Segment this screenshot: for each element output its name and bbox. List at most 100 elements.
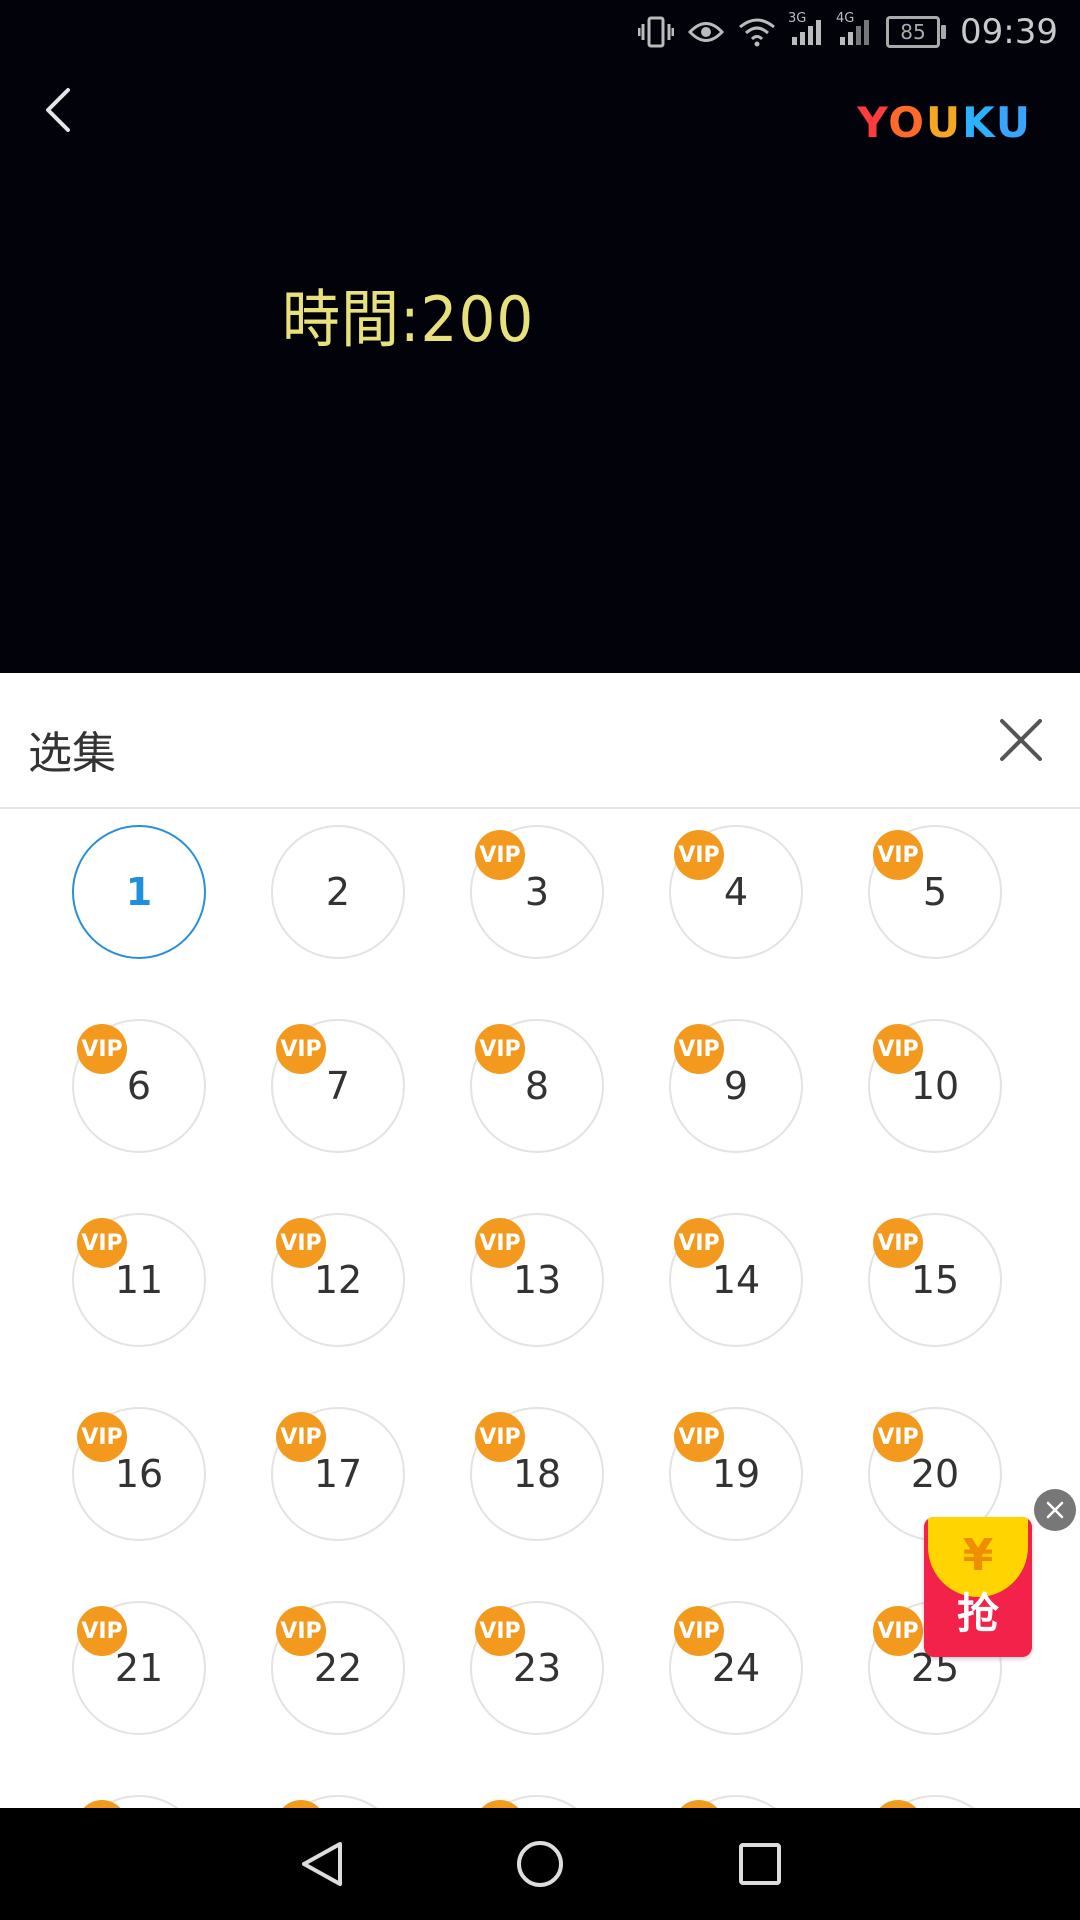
- vip-badge: [873, 1800, 923, 1808]
- eye-comfort-icon: [688, 19, 725, 45]
- nav-home-icon[interactable]: [512, 1836, 568, 1892]
- episode-button[interactable]: 3 VIP: [470, 825, 604, 959]
- vip-badge: VIP: [674, 1412, 724, 1462]
- episode-button[interactable]: 7 VIP: [271, 1019, 405, 1153]
- back-arrow-icon[interactable]: [34, 80, 86, 140]
- episode-number: 16: [114, 1452, 164, 1496]
- vip-badge: [475, 1800, 525, 1808]
- vip-badge: VIP: [276, 1024, 326, 1074]
- episode-number: 17: [313, 1452, 363, 1496]
- episode-button[interactable]: 5 VIP: [868, 825, 1002, 959]
- episode-button[interactable]: 12 VIP: [271, 1213, 405, 1347]
- episode-button[interactable]: [271, 1795, 405, 1808]
- vip-badge: VIP: [674, 1606, 724, 1656]
- episode-button[interactable]: 18 VIP: [470, 1407, 604, 1541]
- vip-badge: VIP: [674, 830, 724, 880]
- wifi-icon: [738, 17, 776, 47]
- episode-button[interactable]: 4 VIP: [669, 825, 803, 959]
- vip-badge: VIP: [276, 1606, 326, 1656]
- episode-button[interactable]: 13 VIP: [470, 1213, 604, 1347]
- episode-button[interactable]: [470, 1795, 604, 1808]
- episode-number: 19: [711, 1452, 761, 1496]
- episode-button[interactable]: [868, 1795, 1002, 1808]
- nav-back-icon[interactable]: [296, 1836, 352, 1892]
- nav-recents-icon[interactable]: [732, 1836, 788, 1892]
- episode-button[interactable]: 22 VIP: [271, 1601, 405, 1735]
- episode-number: 3: [524, 870, 550, 914]
- vip-badge: [674, 1800, 724, 1808]
- logo-letter: U: [995, 98, 1032, 147]
- episode-button[interactable]: 19 VIP: [669, 1407, 803, 1541]
- vip-badge: VIP: [873, 1024, 923, 1074]
- vip-badge: VIP: [475, 1412, 525, 1462]
- logo-letter: K: [962, 98, 996, 147]
- episode-number: 24: [711, 1646, 761, 1690]
- episode-number: 15: [910, 1258, 960, 1302]
- episode-button[interactable]: 9 VIP: [669, 1019, 803, 1153]
- logo-letter: U: [925, 98, 963, 147]
- status-bar: 3G 4G 85 09:39: [0, 0, 1080, 64]
- episode-number: 12: [313, 1258, 363, 1302]
- episode-button[interactable]: 24 VIP: [669, 1601, 803, 1735]
- logo-letter: O: [888, 98, 926, 147]
- episode-number: 9: [723, 1064, 749, 1108]
- episode-button[interactable]: 11 VIP: [72, 1213, 206, 1347]
- panel-header: 选集: [0, 673, 1080, 809]
- vip-badge: VIP: [873, 1218, 923, 1268]
- network-label-3g: 3G: [788, 11, 807, 26]
- episode-button[interactable]: 17 VIP: [271, 1407, 405, 1541]
- episode-selector-panel: 选集 1 2 3 VIP 4 VIP 5 VIP 6 VIP 7 VIP 8 VIP 9 VIP 10 VIP 11…: [0, 673, 1080, 1808]
- episode-number: 4: [723, 870, 749, 914]
- ad-close-icon[interactable]: [1034, 1489, 1076, 1531]
- episode-number: 22: [313, 1646, 363, 1690]
- episode-number: 7: [325, 1064, 351, 1108]
- vip-badge: VIP: [873, 1412, 923, 1462]
- clock: 09:39: [960, 12, 1058, 52]
- episode-number: 1: [125, 870, 153, 914]
- episode-button[interactable]: 16 VIP: [72, 1407, 206, 1541]
- episode-number: 6: [126, 1064, 152, 1108]
- panel-title: 选集: [28, 728, 116, 779]
- vip-badge: VIP: [475, 1218, 525, 1268]
- episode-number: 21: [114, 1646, 164, 1690]
- episode-number: 11: [114, 1258, 164, 1302]
- episode-button[interactable]: 1: [72, 825, 206, 959]
- vip-badge: [77, 1800, 127, 1808]
- episode-number: 2: [325, 870, 351, 914]
- episode-number: 10: [910, 1064, 960, 1108]
- episode-number: 14: [711, 1258, 761, 1302]
- episode-button[interactable]: 10 VIP: [868, 1019, 1002, 1153]
- episode-button[interactable]: 8 VIP: [470, 1019, 604, 1153]
- episode-number: 20: [910, 1452, 960, 1496]
- red-packet-label: 抢: [956, 1589, 999, 1638]
- episode-button[interactable]: 2: [271, 825, 405, 959]
- battery-indicator: 85: [886, 16, 947, 48]
- vip-badge: VIP: [674, 1218, 724, 1268]
- red-packet-ad[interactable]: ¥ 抢: [924, 1517, 1032, 1657]
- episode-number: 8: [524, 1064, 550, 1108]
- system-nav-bar: [0, 1808, 1080, 1920]
- vip-badge: VIP: [873, 830, 923, 880]
- video-overlay-text: 時間:200: [282, 282, 535, 357]
- episode-button[interactable]: 14 VIP: [669, 1213, 803, 1347]
- episode-button[interactable]: [669, 1795, 803, 1808]
- episode-button[interactable]: 21 VIP: [72, 1601, 206, 1735]
- video-player[interactable]: 3G 4G 85 09:39 YOUKU 時間:200: [0, 0, 1080, 673]
- episode-number: 13: [512, 1258, 562, 1302]
- vip-badge: VIP: [873, 1606, 923, 1656]
- signal-3g-icon: 3G: [788, 11, 824, 47]
- episode-button[interactable]: 15 VIP: [868, 1213, 1002, 1347]
- vip-badge: VIP: [276, 1412, 326, 1462]
- logo-letter: Y: [857, 98, 889, 147]
- vip-badge: VIP: [475, 1024, 525, 1074]
- episode-number: 5: [922, 870, 948, 914]
- vip-badge: VIP: [77, 1606, 127, 1656]
- close-icon[interactable]: [998, 717, 1044, 763]
- signal-4g-icon: 4G: [836, 11, 872, 47]
- episode-button[interactable]: [72, 1795, 206, 1808]
- episode-number: 23: [512, 1646, 562, 1690]
- episode-button[interactable]: 23 VIP: [470, 1601, 604, 1735]
- vibrate-icon: [638, 15, 675, 49]
- episode-button[interactable]: 6 VIP: [72, 1019, 206, 1153]
- episode-number: 18: [512, 1452, 562, 1496]
